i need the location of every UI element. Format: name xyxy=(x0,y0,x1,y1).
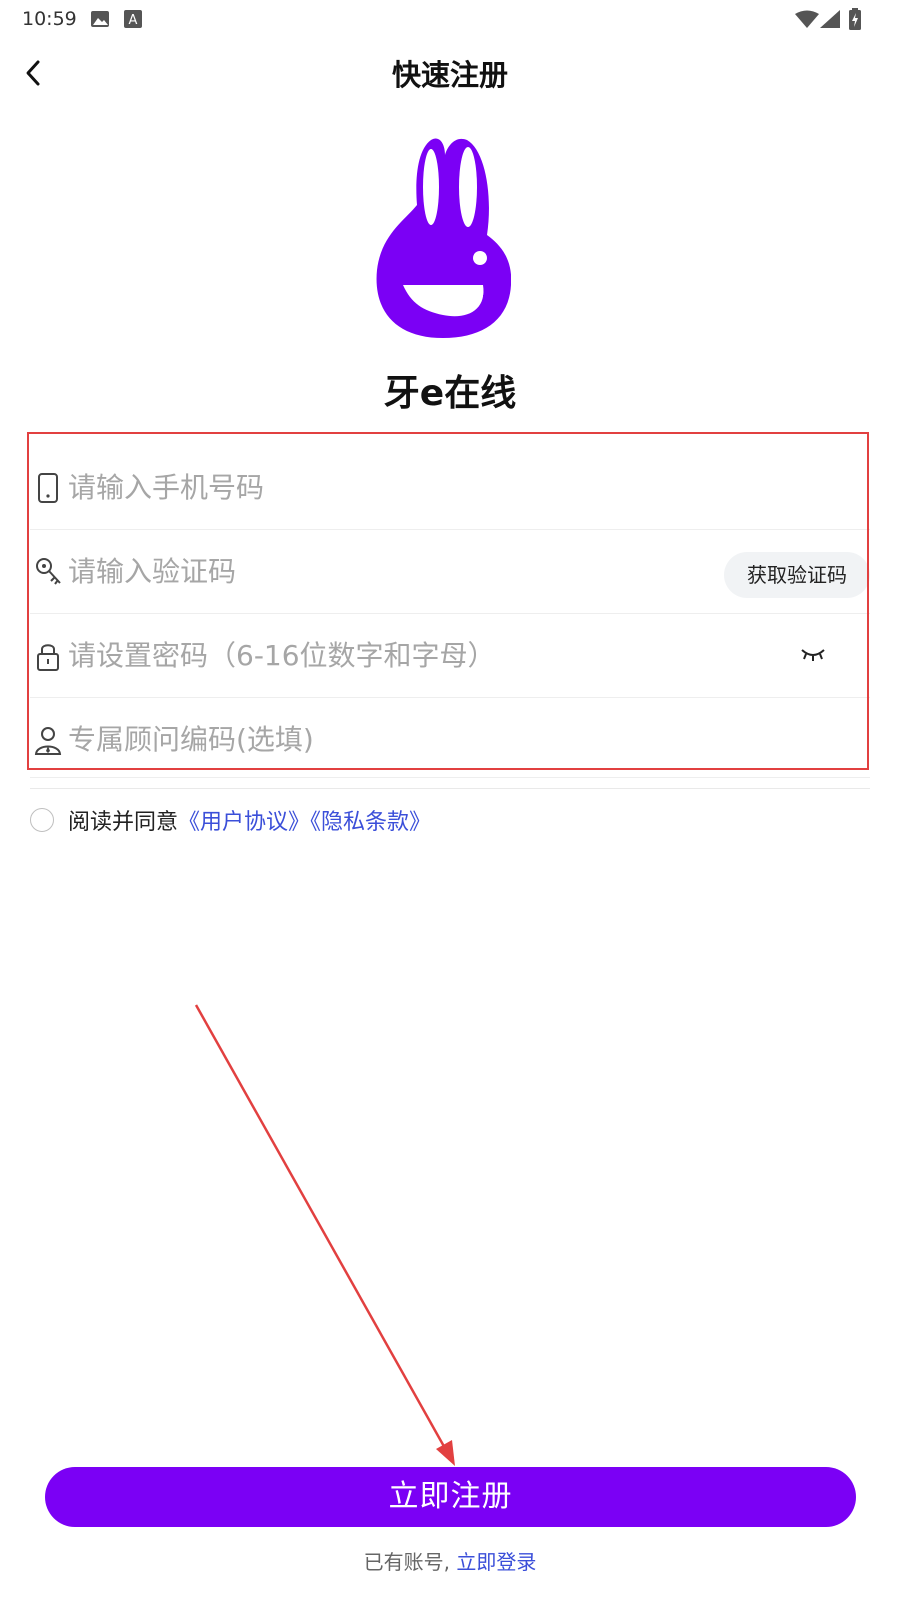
a-notification-icon: A xyxy=(124,10,142,28)
app-name: 牙e在线 xyxy=(383,373,517,414)
agreement-text: 阅读并同意《用户协议》《隐私条款》 xyxy=(68,804,431,836)
login-row: 已有账号, 立即登录 xyxy=(0,1546,900,1575)
form-divider xyxy=(30,788,870,789)
login-link[interactable]: 立即登录 xyxy=(456,1550,536,1574)
status-bar: 10:59 A xyxy=(0,0,900,36)
register-button[interactable]: 立即注册 xyxy=(45,1467,856,1527)
rabbit-e-logo-icon xyxy=(376,138,511,338)
page-title: 快速注册 xyxy=(391,58,508,92)
agreement-prefix: 阅读并同意 xyxy=(68,810,179,835)
user-agreement-link[interactable]: 《用户协议》 xyxy=(178,810,310,835)
wifi-icon xyxy=(795,10,819,28)
battery-icon xyxy=(849,8,861,30)
image-icon xyxy=(91,11,109,27)
login-prompt: 已有账号, xyxy=(363,1550,450,1574)
status-time: 10:59 xyxy=(22,8,77,30)
signal-icon xyxy=(820,10,840,28)
agreement-checkbox[interactable] xyxy=(30,808,54,832)
svg-text:A: A xyxy=(129,13,138,28)
privacy-policy-link[interactable]: 《隐私条款》 xyxy=(310,810,431,835)
form-highlight-box xyxy=(27,432,869,770)
